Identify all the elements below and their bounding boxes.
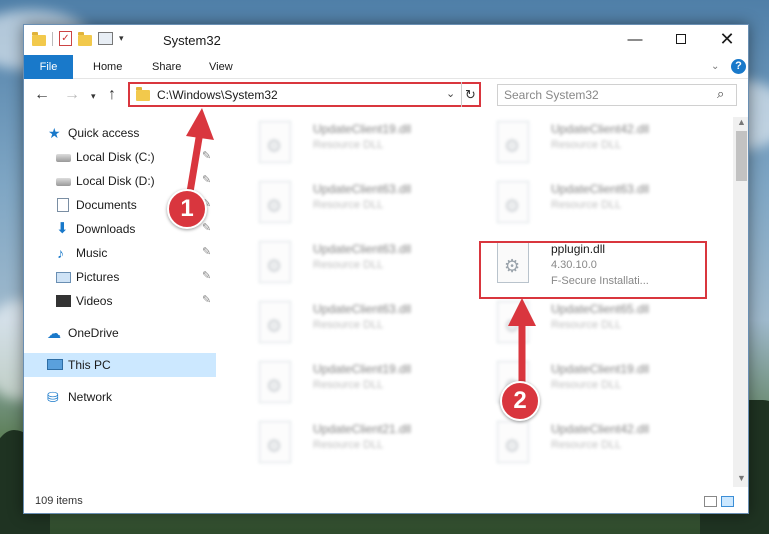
- annotation-arrows: [186, 108, 536, 384]
- annotation-arrow-1: [186, 131, 204, 193]
- annotation-arrowhead-2: [508, 298, 536, 326]
- annotation-arrowhead-1: [186, 108, 214, 140]
- step-badge-2: 2: [500, 381, 540, 421]
- step-badge-1: 1: [167, 189, 207, 229]
